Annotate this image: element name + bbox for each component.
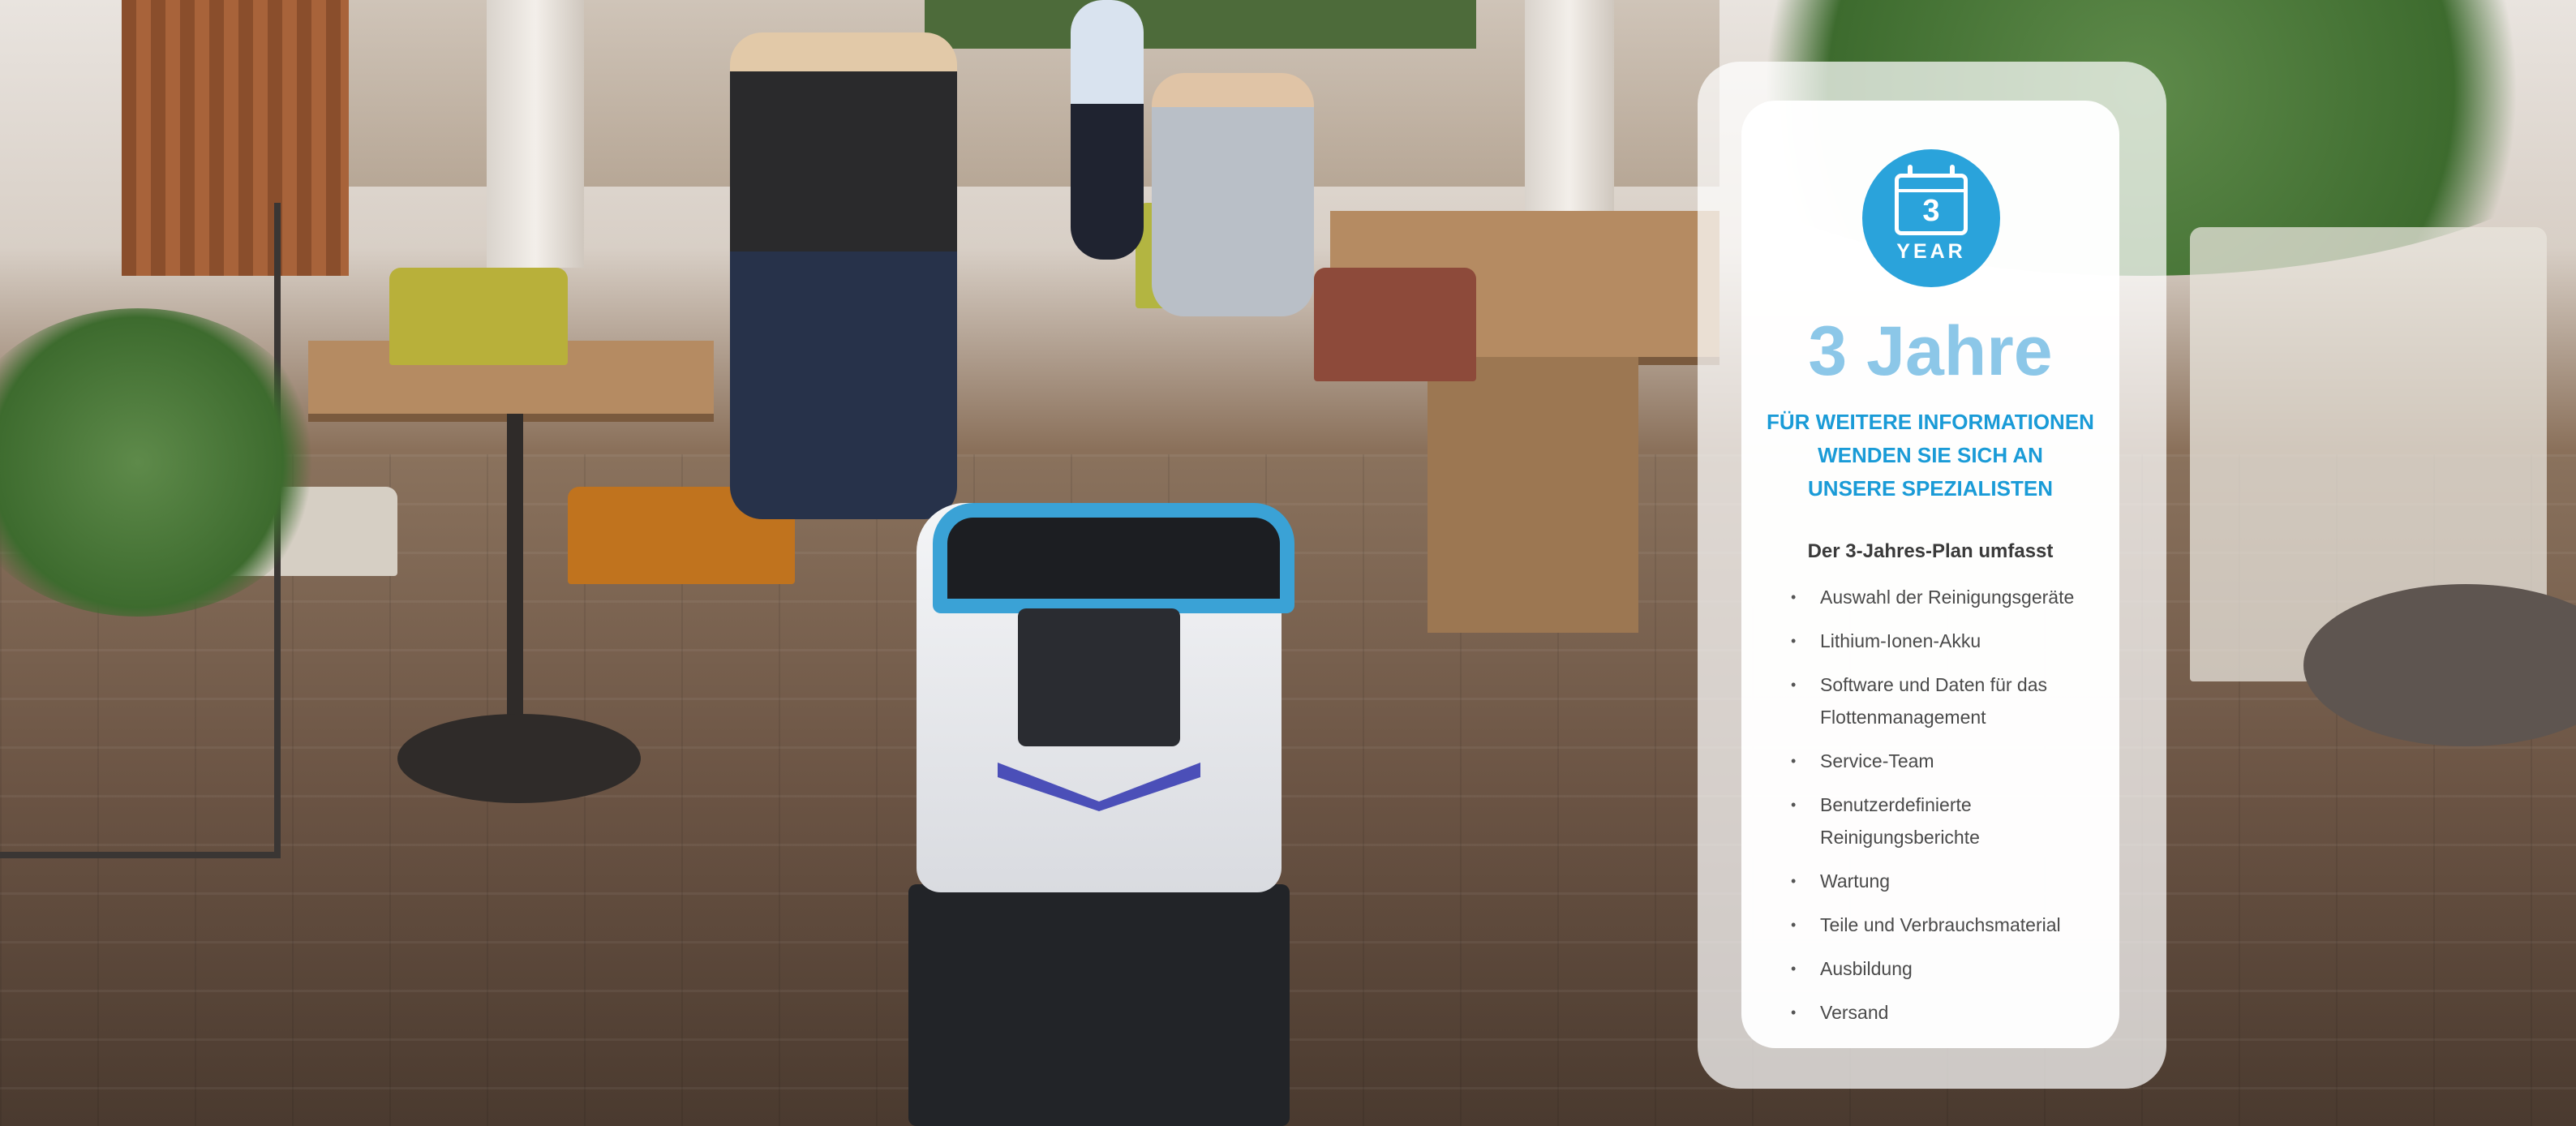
pillar xyxy=(1525,0,1614,243)
table-foot xyxy=(397,714,641,803)
pillar xyxy=(487,0,584,268)
chair xyxy=(389,268,568,365)
background-photo-restaurant xyxy=(0,0,2576,1126)
feature-item: Software und Daten für das Flottenmanage… xyxy=(1789,668,2114,733)
feature-item: Benutzerdefinierte Reinigungsberichte xyxy=(1789,789,2114,853)
feature-item: Ausbildung xyxy=(1789,952,2114,985)
feature-item: Teile und Verbrauchsmaterial xyxy=(1789,909,2114,941)
headline-line: WENDEN SIE SICH AN xyxy=(1818,443,2043,467)
robot-top-panel xyxy=(933,503,1294,613)
robot-base xyxy=(908,884,1290,1126)
plan-label: Der 3-Jahres-Plan umfasst xyxy=(1807,540,2054,562)
robot-sensor-panel xyxy=(1018,608,1180,746)
chair xyxy=(1314,268,1476,381)
feature-item: Auswahl der Reinigungsgeräte xyxy=(1789,581,2114,613)
person-standing xyxy=(1071,0,1144,260)
table-base xyxy=(1428,357,1638,633)
person-cleaning xyxy=(730,32,957,519)
headline-line: FÜR WEITERE INFORMATIONEN xyxy=(1767,410,2094,434)
headline-line: UNSERE SPEZIALISTEN xyxy=(1808,476,2053,501)
person-seated xyxy=(1152,73,1314,316)
green-wall-panel xyxy=(925,0,1476,49)
feature-item: Service-Team xyxy=(1789,745,2114,777)
table-leg xyxy=(507,414,523,738)
card-headline: FÜR WEITERE INFORMATIONEN WENDEN SIE SIC… xyxy=(1741,406,2119,505)
card-title: 3 Jahre xyxy=(1808,312,2053,390)
feature-item: Lithium-Ionen-Akku xyxy=(1789,625,2114,657)
feature-item: Versand xyxy=(1789,996,2114,1029)
badge-label: YEAR xyxy=(1896,240,1966,263)
calendar-ring-icon xyxy=(1908,165,1913,178)
feature-item: Wartung xyxy=(1789,865,2114,897)
feature-list: Auswahl der Reinigungsgeräte Lithium-Ion… xyxy=(1789,581,2114,1040)
badge-number: 3 xyxy=(1922,194,1940,228)
calendar-ring-icon xyxy=(1950,165,1955,178)
